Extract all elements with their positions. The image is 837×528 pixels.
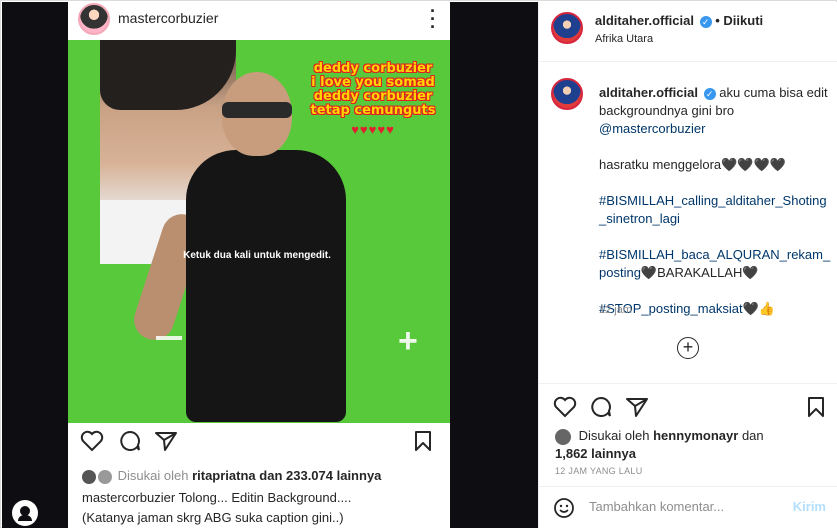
like-heart-icon[interactable] bbox=[553, 396, 577, 418]
post-header: alditaher.official ✓ • Diikuti Afrika Ut… bbox=[539, 2, 837, 62]
separator-dot: • bbox=[715, 13, 720, 28]
embedded-action-bar bbox=[68, 430, 450, 458]
avatar[interactable] bbox=[551, 12, 583, 44]
caption-timestamp: 12 jam bbox=[599, 304, 633, 316]
overlay-line: i love you somad bbox=[311, 75, 435, 90]
header-username[interactable]: alditaher.official bbox=[595, 13, 694, 28]
embedded-caption-line2: (Katanya jaman skrg ABG suka caption gin… bbox=[82, 510, 344, 525]
share-icon bbox=[155, 432, 177, 451]
caption-avatar[interactable] bbox=[551, 78, 583, 110]
likes-user-link[interactable]: hennymonayr bbox=[653, 428, 738, 443]
overlay-line: tetap cemunguts bbox=[310, 103, 436, 118]
person-glasses bbox=[222, 102, 292, 118]
share-icon[interactable] bbox=[625, 396, 649, 418]
caption-user: mastercorbuzier bbox=[82, 490, 176, 505]
embedded-caption: mastercorbuzier Tolong... Editin Backgro… bbox=[82, 490, 351, 505]
liker-avatar bbox=[82, 469, 96, 484]
action-section: Disukai oleh hennymonayr dan 1,862 lainn… bbox=[539, 383, 837, 493]
post-modal: mastercorbuzier · · · deddy corbuzier i lo… bbox=[0, 0, 837, 528]
post-timestamp: 12 JAM YANG LALU bbox=[555, 466, 643, 476]
post-photo[interactable]: deddy corbuzier i love you somad deddy c… bbox=[68, 40, 450, 423]
overlay-line: deddy corbuzier bbox=[313, 89, 433, 104]
hearts-overlay: ♥♥♥♥♥ bbox=[351, 122, 395, 137]
overlay-line: deddy corbuzier bbox=[313, 61, 433, 76]
likes-summary: Disukai oleh hennymonayr dan 1,862 lainn… bbox=[555, 427, 815, 462]
comment-icon[interactable] bbox=[589, 396, 613, 418]
header-user-line: alditaher.official ✓ • Diikuti bbox=[595, 13, 763, 28]
embedded-post-header: mastercorbuzier · · · bbox=[68, 2, 450, 40]
comment-input[interactable] bbox=[589, 499, 779, 514]
post-caption: alditaher.official ✓ aku cuma bisa edit … bbox=[599, 84, 830, 336]
action-bar bbox=[553, 394, 829, 422]
liker-avatar bbox=[98, 469, 112, 484]
caption-username[interactable]: alditaher.official bbox=[599, 85, 698, 100]
post-comment-button[interactable]: Kirim bbox=[793, 499, 826, 514]
likes-prefix: Disukai oleh bbox=[117, 468, 189, 483]
caption-emoji-text: 🖤BARAKALLAH🖤 bbox=[640, 265, 759, 280]
post-media-panel: mastercorbuzier · · · deddy corbuzier i lo… bbox=[2, 2, 538, 528]
embedded-username: mastercorbuzier bbox=[118, 10, 219, 26]
follow-status-button[interactable]: Diikuti bbox=[723, 13, 763, 28]
emoji-icon[interactable] bbox=[553, 497, 575, 519]
load-more-comments-icon[interactable]: + bbox=[677, 337, 699, 359]
overlay-text: deddy corbuzier i love you somad deddy c… bbox=[298, 62, 448, 118]
more-options-icon: · · · bbox=[430, 2, 436, 37]
likes-count-link[interactable]: 1,862 lainnya bbox=[555, 446, 636, 461]
embedded-likes: Disukai oleh ritapriatna dan 233.074 lai… bbox=[82, 468, 381, 484]
bookmark-icon[interactable] bbox=[807, 396, 825, 418]
likes-count: dan 233.074 lainnya bbox=[259, 468, 382, 483]
plus-icon: + bbox=[398, 322, 418, 360]
likes-user: ritapriatna bbox=[192, 468, 256, 483]
likes-mid: dan bbox=[741, 428, 764, 443]
edit-hint-text: Ketuk dua kali untuk mengedit. bbox=[183, 250, 331, 261]
profile-tag-icon[interactable] bbox=[12, 500, 38, 526]
mention-link[interactable]: @mastercorbuzier bbox=[599, 121, 705, 136]
bookmark-icon bbox=[415, 431, 431, 451]
caption-emoji-text: 🖤👍 bbox=[742, 301, 775, 316]
post-details-panel: alditaher.official ✓ • Diikuti Afrika Ut… bbox=[538, 2, 837, 528]
embedded-post-screenshot: mastercorbuzier · · · deddy corbuzier i lo… bbox=[68, 2, 450, 528]
comment-icon bbox=[120, 430, 140, 451]
verified-icon: ✓ bbox=[703, 87, 716, 100]
embedded-avatar bbox=[78, 3, 110, 35]
caption-line: hasratku menggelora🖤🖤🖤🖤 bbox=[599, 157, 786, 172]
comment-box: Kirim bbox=[539, 486, 837, 528]
heart-icon bbox=[80, 430, 104, 452]
liker-avatar[interactable] bbox=[555, 428, 571, 445]
caption-text: Tolong... Editin Background.... bbox=[178, 490, 352, 505]
comments-area: alditaher.official ✓ aku cuma bisa edit … bbox=[539, 62, 837, 382]
minus-mark bbox=[156, 336, 182, 340]
likes-prefix: Disukai oleh bbox=[578, 428, 650, 443]
hashtag-link[interactable]: #BISMILLAH_calling_alditaher_Shoting _si… bbox=[599, 193, 827, 226]
person-body bbox=[186, 150, 346, 422]
verified-icon: ✓ bbox=[699, 15, 712, 28]
location-link[interactable]: Afrika Utara bbox=[595, 33, 653, 45]
